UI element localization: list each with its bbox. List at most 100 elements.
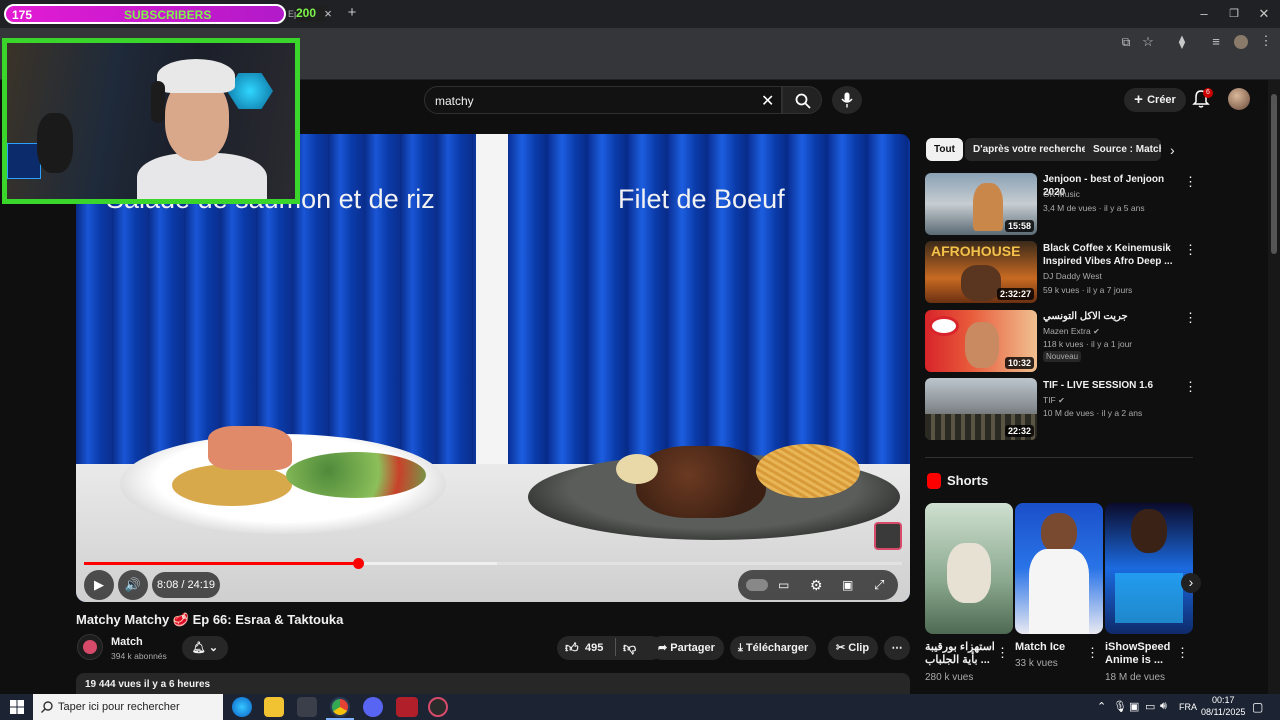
language-indicator[interactable]: FRA — [1179, 702, 1197, 712]
chevron-right-icon[interactable]: › — [1170, 142, 1175, 158]
discord-icon[interactable] — [363, 697, 383, 717]
more-options-icon[interactable]: ⋮ — [1176, 646, 1189, 659]
channel-avatar[interactable] — [77, 634, 103, 660]
more-options-icon[interactable]: ⋮ — [1184, 380, 1197, 393]
short-thumbnail[interactable] — [925, 503, 1013, 634]
minimize-icon[interactable]: – — [1196, 7, 1212, 21]
volume-icon[interactable]: 🔊︎ — [1160, 700, 1167, 713]
microphone — [37, 113, 73, 173]
more-options-icon[interactable]: ⋮ — [1184, 175, 1197, 188]
clock-date[interactable]: 08/11/2025 — [1201, 707, 1245, 717]
rec-channel[interactable]: OK Music — [1043, 189, 1080, 199]
rec-title[interactable]: جريت الاكل التونسي — [1043, 310, 1173, 323]
tray-overflow-icon[interactable]: ⌃ — [1097, 700, 1106, 713]
autoplay-toggle[interactable] — [746, 579, 768, 591]
download-button[interactable]: ⤓ Télécharger — [730, 636, 816, 660]
new-tab-button[interactable]: + — [344, 5, 360, 20]
channel-name[interactable]: Match — [111, 636, 143, 648]
voice-search-button[interactable] — [832, 86, 862, 114]
streamer-webcam — [2, 38, 300, 204]
file-explorer-icon[interactable] — [264, 697, 284, 717]
progress-bar[interactable] — [84, 558, 902, 569]
more-options-icon[interactable]: ⋮ — [1184, 243, 1197, 256]
search-icon — [41, 701, 53, 713]
share-button[interactable]: ➦ Partager — [650, 636, 724, 660]
rec-channel[interactable]: TIF ✔ — [1043, 395, 1065, 405]
rec-title[interactable]: TIF - LIVE SESSION 1.6 — [1043, 379, 1173, 392]
short-title[interactable]: iShowSpeed Anime is ... — [1105, 641, 1181, 667]
search-input[interactable] — [435, 92, 755, 110]
chip-related[interactable]: D'après votre recherche — [965, 138, 1096, 161]
shorts-next-button[interactable]: › — [1181, 573, 1201, 593]
tray-mic-icon[interactable]: 🎙︎ — [1113, 700, 1127, 713]
progress-scrubber[interactable] — [353, 558, 365, 569]
video-player[interactable]: Salade de saumon et de riz Filet de Boeu… — [76, 134, 910, 602]
like-icon[interactable]: 👍︎ — [565, 636, 579, 660]
install-app-icon[interactable]: ⧉ — [1118, 35, 1134, 49]
rec-meta: 10 M de vues · il y a 2 ans — [1043, 408, 1143, 418]
more-options-icon[interactable]: ⋮ — [1184, 311, 1197, 324]
short-title[interactable]: استهزاء بورقيبة بأية الجلباب ... — [925, 641, 1001, 667]
profile-avatar[interactable] — [1234, 35, 1248, 49]
short-thumbnail[interactable] — [1105, 503, 1193, 634]
edge-icon[interactable] — [232, 697, 252, 717]
download-icon: ⤓ — [738, 642, 746, 654]
like-divider — [615, 638, 616, 656]
description-box[interactable]: 19 444 vues il y a 6 heures — [76, 673, 910, 694]
create-button[interactable]: + Créer — [1124, 88, 1186, 112]
rec-thumbnail[interactable]: 22:32 — [925, 378, 1037, 440]
chip-source[interactable]: Source : Match — [1085, 138, 1161, 161]
rec-thumbnail[interactable]: 10:32 — [925, 310, 1037, 372]
windows-start-icon[interactable] — [10, 700, 24, 714]
notification-center-icon[interactable]: ▢ — [1252, 700, 1263, 714]
rec-title[interactable]: Black Coffee x Keinemusik Inspired Vibes… — [1043, 242, 1173, 268]
fullscreen-icon[interactable]: ⤢ — [874, 570, 884, 600]
dislike-icon[interactable]: 👎︎ — [623, 636, 636, 660]
obs-icon[interactable] — [428, 697, 448, 717]
extensions-icon[interactable]: ⧫ — [1174, 35, 1190, 49]
thumb-figure — [965, 322, 999, 368]
page-scrollbar[interactable] — [1268, 80, 1280, 694]
more-options-icon[interactable]: ⋮ — [1086, 646, 1099, 659]
account-avatar[interactable] — [1228, 88, 1250, 110]
short-thumbnail[interactable] — [1015, 503, 1103, 634]
bookmark-star-icon[interactable]: ☆ — [1140, 35, 1156, 49]
shorts-heading: Shorts — [947, 473, 989, 488]
close-window-icon[interactable]: ✕ — [1256, 7, 1272, 21]
close-tab-icon[interactable]: × — [320, 7, 336, 21]
streaming-app-icon[interactable] — [396, 697, 418, 717]
chrome-icon[interactable] — [330, 697, 350, 717]
rec-thumbnail[interactable]: 15:58 — [925, 173, 1037, 235]
notifications-button[interactable]: 6 — [1192, 88, 1213, 109]
more-actions-button[interactable]: ⋯ — [884, 636, 910, 660]
taskbar-search[interactable]: Taper ici pour rechercher — [33, 694, 223, 720]
clear-search-icon[interactable]: ✕ — [761, 91, 774, 111]
reading-list-icon[interactable]: ≡ — [1208, 35, 1224, 49]
restore-icon[interactable]: ❐ — [1226, 7, 1242, 21]
subscribe-bell-button[interactable]: 🔔︎ ⌄ — [182, 636, 228, 660]
tray-app-icon[interactable]: ▣ — [1129, 700, 1139, 713]
search-button[interactable] — [782, 86, 822, 114]
scrollbar-thumb[interactable] — [1271, 94, 1277, 254]
clock-time[interactable]: 00:17 — [1212, 695, 1235, 705]
rec-channel[interactable]: DJ Daddy West — [1043, 271, 1102, 281]
rec-channel[interactable]: Mazen Extra ✔ — [1043, 326, 1100, 336]
play-button[interactable]: ▶ — [84, 570, 114, 600]
browser-menu-icon[interactable]: ⋮ — [1258, 34, 1274, 48]
tray-display-icon[interactable]: ▭ — [1145, 700, 1155, 713]
channel-watermark-icon[interactable] — [874, 522, 902, 550]
settings-gear-icon[interactable]: ⚙ — [810, 570, 823, 600]
short-title[interactable]: Match Ice — [1015, 641, 1091, 654]
chip-all[interactable]: Tout — [926, 138, 963, 161]
theater-mode-icon[interactable]: ▣ — [842, 570, 853, 600]
more-options-icon[interactable]: ⋮ — [996, 646, 1009, 659]
mute-button[interactable]: 🔊 — [118, 570, 148, 600]
video-title: Matchy Matchy 🥩 Ep 66: Esraa & Taktouka — [76, 612, 344, 627]
search-box[interactable]: ✕ — [424, 86, 782, 114]
rec-thumbnail[interactable]: AFROHOUSE 2:32:27 — [925, 241, 1037, 303]
clip-button[interactable]: ✂ Clip — [828, 636, 878, 660]
store-icon[interactable] — [297, 697, 317, 717]
subtitles-icon[interactable]: ▭ — [778, 570, 789, 600]
caption-right: Filet de Boeuf — [618, 184, 785, 214]
notification-badge: 6 — [1203, 88, 1213, 98]
